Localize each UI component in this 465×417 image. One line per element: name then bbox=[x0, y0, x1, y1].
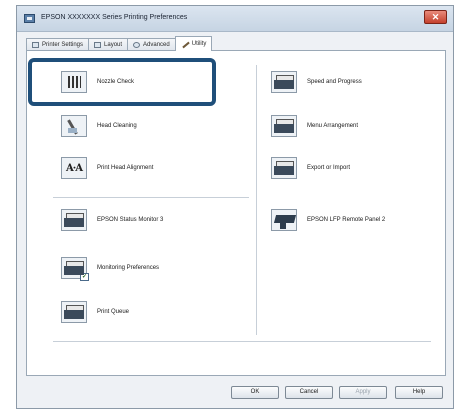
menu-arrangement-label: Menu Arrangement bbox=[307, 123, 359, 129]
lfp-remote-panel-label: EPSON LFP Remote Panel 2 bbox=[307, 217, 386, 223]
print-head-alignment-label: Print Head Alignment bbox=[97, 165, 154, 171]
printer-icon bbox=[32, 42, 39, 48]
print-head-alignment-button[interactable]: A·A Print Head Alignment bbox=[61, 157, 153, 179]
help-button[interactable]: Help bbox=[395, 386, 443, 399]
menu-arrangement-icon bbox=[271, 115, 297, 137]
monitoring-preferences-button[interactable]: ✓ Monitoring Preferences bbox=[61, 257, 160, 281]
advanced-icon bbox=[133, 42, 141, 48]
speed-progress-button[interactable]: Speed and Progress bbox=[271, 71, 362, 93]
head-cleaning-button[interactable]: Head Cleaning bbox=[61, 115, 137, 137]
bottom-divider bbox=[53, 341, 431, 342]
lfp-remote-panel-icon bbox=[271, 209, 297, 231]
status-monitor-icon bbox=[61, 209, 87, 231]
utility-panel: Nozzle Check Head Cleaning A·A Print Hea… bbox=[26, 50, 446, 376]
status-monitor-button[interactable]: EPSON Status Monitor 3 bbox=[61, 209, 163, 231]
export-import-button[interactable]: Export or Import bbox=[271, 157, 350, 179]
title-bar: EPSON XXXXXXX Series Printing Preference… bbox=[17, 6, 453, 32]
speed-progress-icon bbox=[271, 71, 297, 93]
print-queue-button[interactable]: Print Queue bbox=[61, 301, 129, 323]
utility-pen-icon bbox=[181, 41, 189, 48]
tab-label: Layout bbox=[104, 42, 123, 48]
dialog-buttons: OK Cancel Apply Help bbox=[17, 386, 455, 402]
printing-preferences-window: EPSON XXXXXXX Series Printing Preference… bbox=[16, 5, 454, 409]
nozzle-check-icon bbox=[61, 71, 87, 93]
export-import-icon bbox=[271, 157, 297, 179]
print-queue-icon bbox=[61, 301, 87, 323]
section-divider bbox=[53, 197, 249, 198]
tab-label: Advanced bbox=[143, 42, 170, 48]
tab-label: Printer Settings bbox=[42, 42, 84, 48]
checkmark-icon: ✓ bbox=[80, 273, 89, 281]
column-divider bbox=[256, 65, 257, 335]
print-queue-label: Print Queue bbox=[97, 309, 130, 315]
alignment-icon-text: A·A bbox=[66, 162, 83, 174]
monitoring-preferences-label: Monitoring Preferences bbox=[97, 265, 160, 271]
nozzle-check-button[interactable]: Nozzle Check bbox=[61, 71, 134, 93]
tab-label: Utility bbox=[191, 41, 207, 47]
tab-strip: Printer Settings Layout Advanced Utility bbox=[26, 36, 213, 51]
status-monitor-label: EPSON Status Monitor 3 bbox=[97, 217, 164, 223]
nozzle-check-label: Nozzle Check bbox=[97, 79, 135, 85]
lfp-remote-panel-button[interactable]: EPSON LFP Remote Panel 2 bbox=[271, 209, 385, 231]
menu-arrangement-button[interactable]: Menu Arrangement bbox=[271, 115, 358, 137]
cancel-button[interactable]: Cancel bbox=[285, 386, 333, 399]
window-title: EPSON XXXXXXX Series Printing Preference… bbox=[41, 14, 188, 21]
apply-button[interactable]: Apply bbox=[339, 386, 387, 399]
layout-icon bbox=[94, 42, 102, 48]
ok-button[interactable]: OK bbox=[231, 386, 279, 399]
head-cleaning-label: Head Cleaning bbox=[97, 123, 137, 129]
print-head-alignment-icon: A·A bbox=[61, 157, 87, 179]
monitoring-preferences-icon: ✓ bbox=[61, 257, 89, 281]
export-import-label: Export or Import bbox=[307, 165, 351, 171]
head-cleaning-icon bbox=[61, 115, 87, 137]
tab-utility[interactable]: Utility bbox=[174, 36, 213, 51]
printer-app-icon bbox=[24, 14, 35, 23]
speed-progress-label: Speed and Progress bbox=[307, 79, 362, 85]
close-button[interactable]: ✕ bbox=[424, 10, 447, 24]
